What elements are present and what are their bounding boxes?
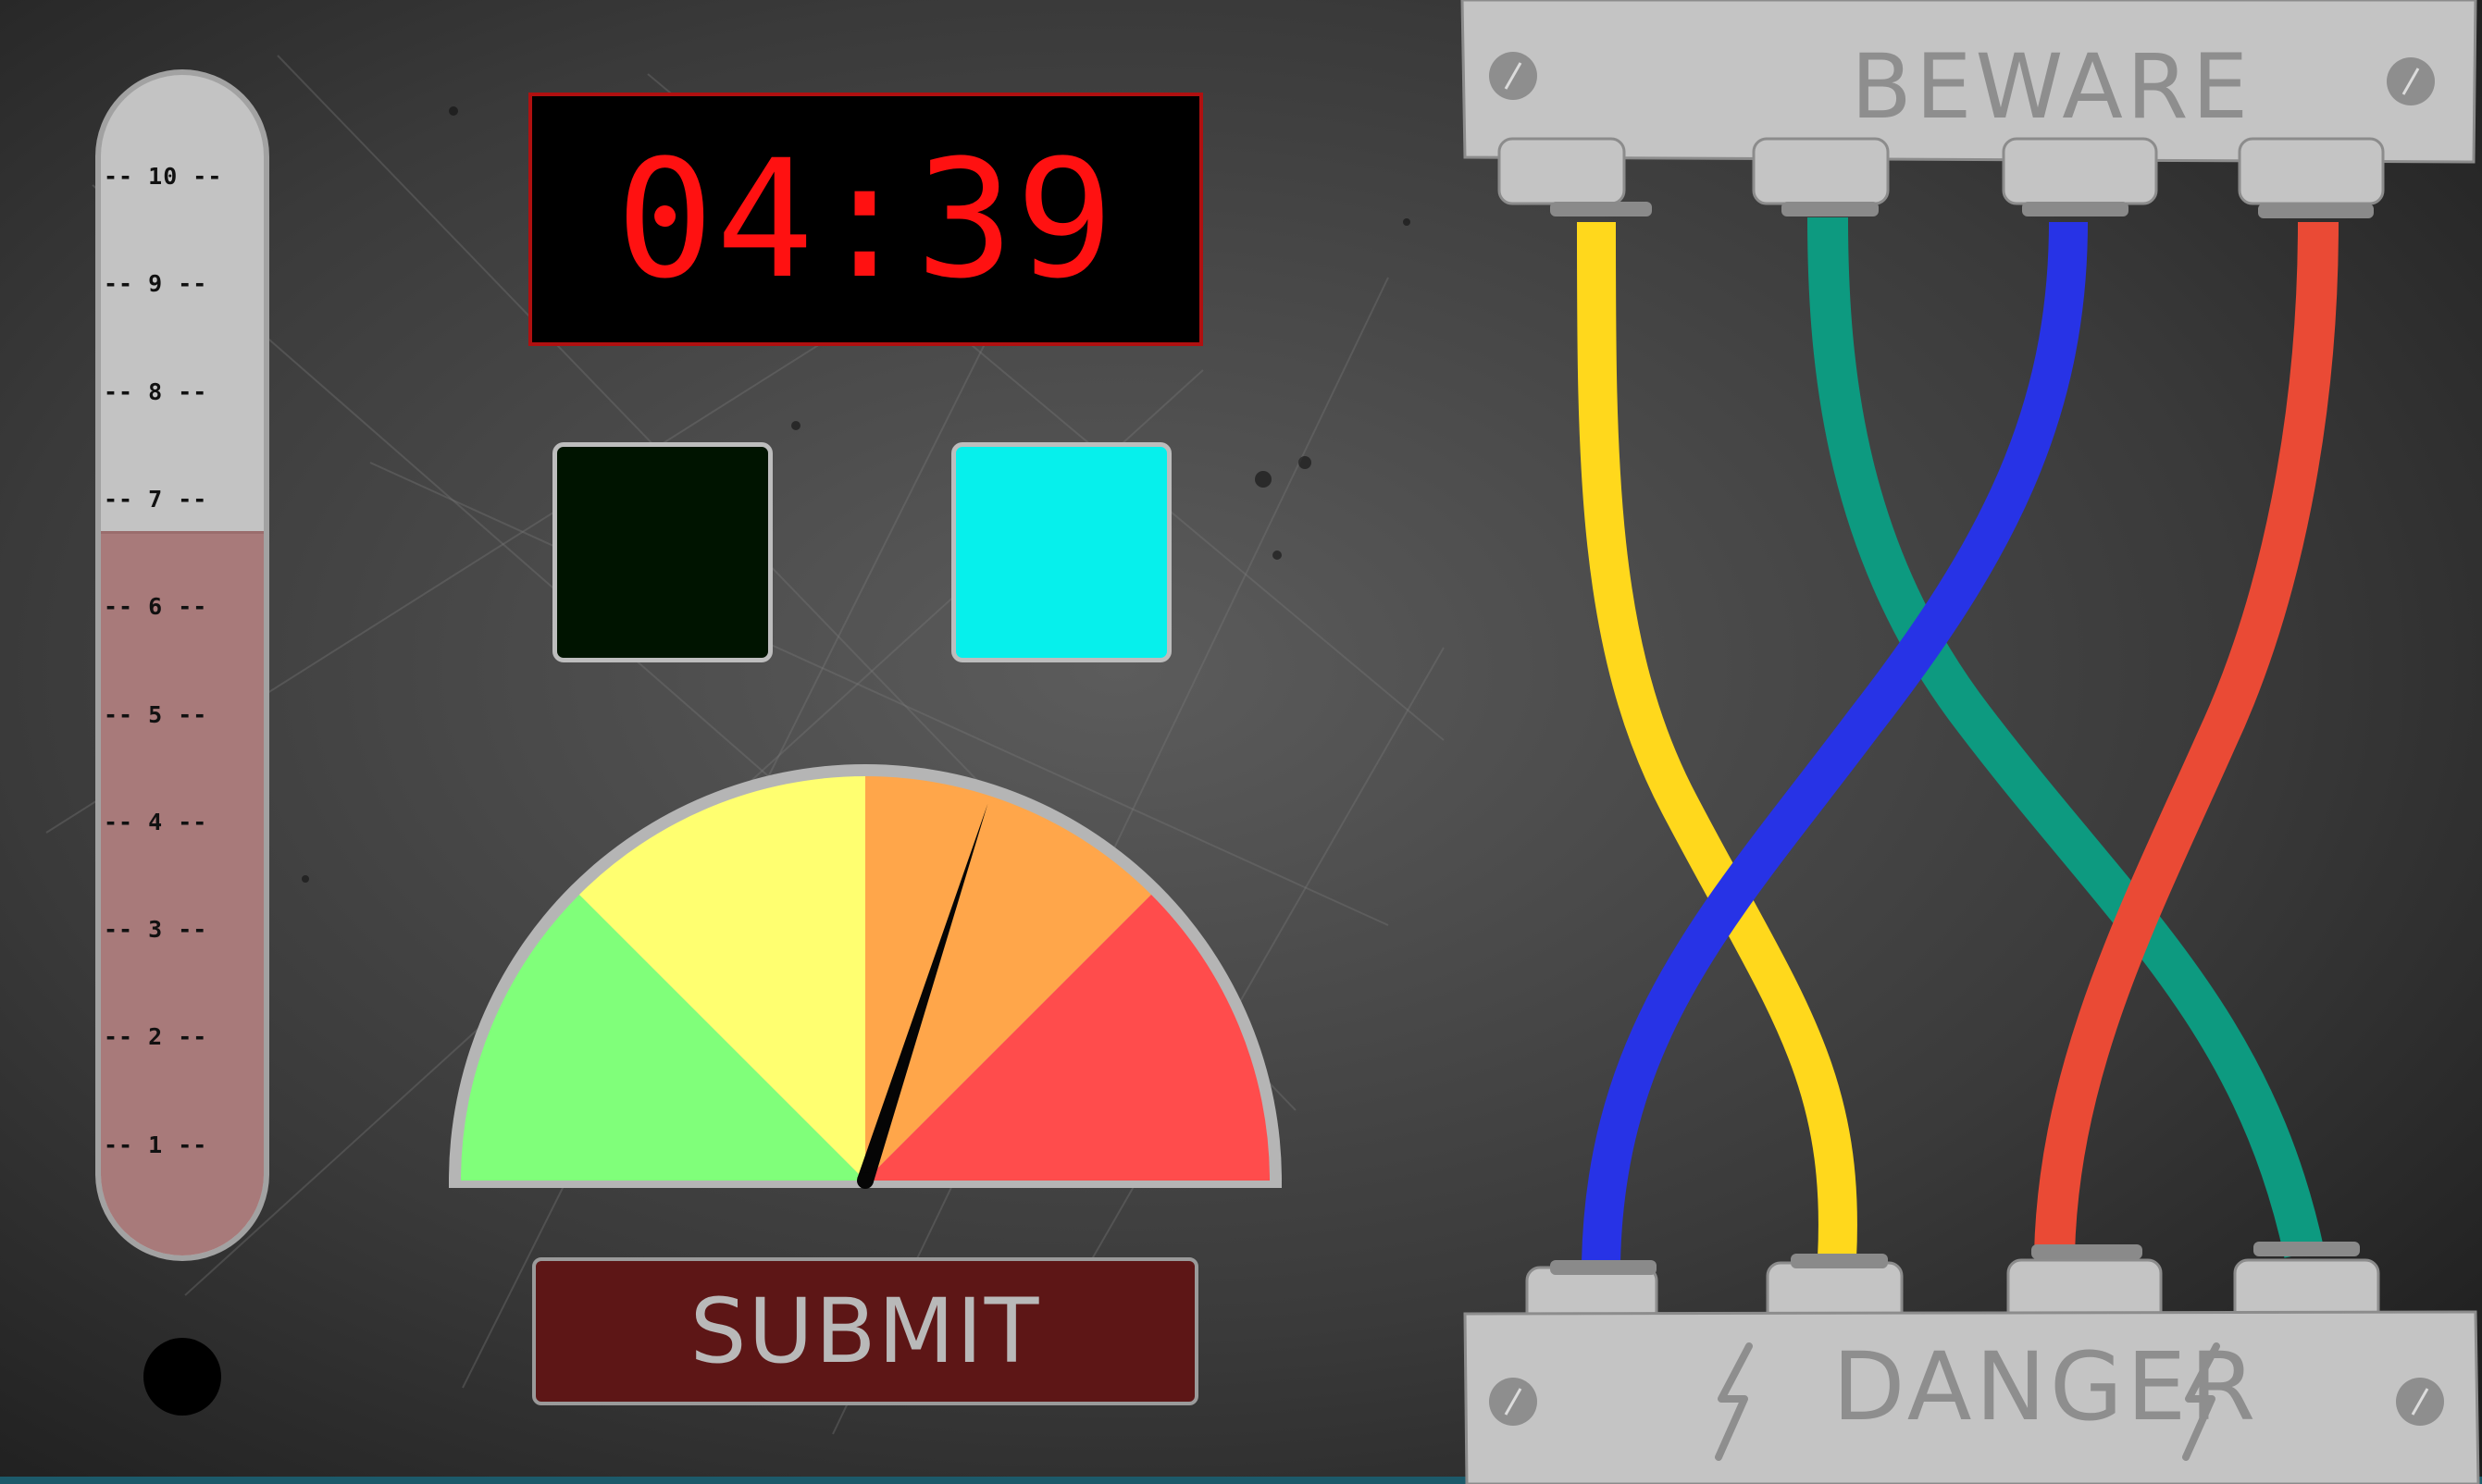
thermometer-tick: -- 1 -- [104, 1131, 208, 1158]
thermometer-tick: -- 2 -- [104, 1023, 208, 1051]
countdown-timer: 04:39 [528, 93, 1203, 346]
thermometer-tick: -- 10 -- [104, 163, 223, 190]
thermometer-tick: -- 6 -- [104, 593, 208, 621]
thermometer-tick: -- 4 -- [104, 808, 208, 835]
thermometer-tick: -- 9 -- [104, 270, 208, 298]
beware-label: BEWARE [1851, 35, 2252, 139]
color-square-left[interactable] [552, 442, 773, 662]
thermometer-bulb [143, 1338, 221, 1416]
color-square-right[interactable] [951, 442, 1172, 662]
thermometer-tube: -- 10 -- -- 9 -- -- 8 -- -- 7 -- -- 6 -- -- 5… [95, 69, 269, 1261]
timer-display: 04:39 [615, 124, 1116, 315]
gauge-meter [449, 764, 1282, 1189]
thermometer-tick: -- 3 -- [104, 916, 208, 944]
wire-red[interactable] [2034, 221, 2339, 1255]
submit-button[interactable]: SUBMIT [532, 1257, 1198, 1405]
thermometer-tick: -- 5 -- [104, 700, 208, 728]
thermometer-tick: -- 8 -- [104, 377, 208, 405]
thermometer-tick: -- 7 -- [104, 485, 208, 513]
submit-button-label: SUBMIT [689, 1280, 1041, 1383]
wire-panel [1460, 0, 2480, 1484]
danger-label: DANGER [1832, 1332, 2260, 1442]
gauge-needle-hub [857, 1172, 874, 1189]
